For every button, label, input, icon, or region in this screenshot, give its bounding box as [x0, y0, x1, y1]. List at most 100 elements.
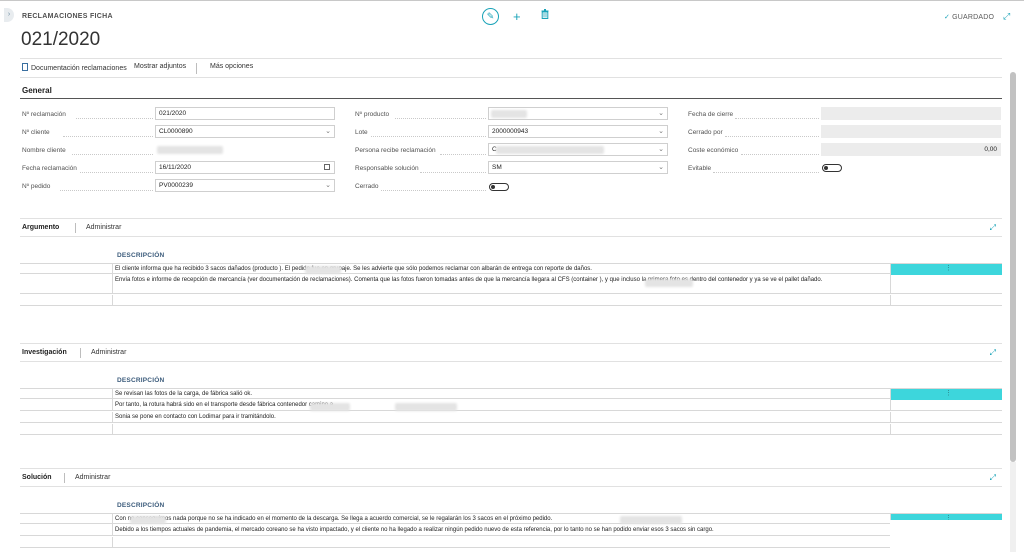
field-label: Coste económico — [688, 147, 739, 154]
dot-leader — [741, 154, 819, 155]
row-actions-cell[interactable] — [890, 295, 1002, 306]
dot-leader — [63, 136, 153, 137]
row-selector[interactable] — [20, 525, 113, 536]
field-value: CL0000890 — [159, 128, 193, 135]
dot-leader — [381, 190, 486, 191]
field-label: Evitable — [688, 165, 712, 172]
table-row[interactable] — [20, 537, 1002, 548]
responsable-solucion-select[interactable]: SM ⌄ — [488, 161, 668, 174]
solucion-manage-button[interactable]: Administrar — [75, 474, 110, 481]
row-actions-cell[interactable] — [890, 275, 1002, 294]
row-selector[interactable] — [20, 400, 113, 411]
description-cell[interactable]: Se revisan las fotos de la carga, de fáb… — [115, 390, 888, 399]
description-cell[interactable]: Por tanto, la rotura habrá sido en el tr… — [115, 401, 888, 410]
more-vertical-icon[interactable]: ⋮ — [945, 389, 952, 399]
edit-button[interactable]: ✎ — [482, 8, 499, 25]
table-row[interactable]: Sonia se pone en contacto con Lodimar pa… — [20, 412, 1002, 423]
investigacion-expand-button[interactable]: ⤢ — [990, 348, 996, 358]
table-row[interactable]: Con no conseguimos nada porque no se ha … — [20, 513, 1002, 525]
row-actions-cell[interactable] — [890, 400, 1002, 411]
delete-button[interactable] — [541, 9, 549, 19]
row-selector[interactable] — [20, 264, 113, 275]
field-label: Responsable solución — [355, 165, 419, 172]
evitable-toggle[interactable] — [822, 164, 842, 172]
toggle-knob — [491, 185, 495, 189]
field-label: Fecha de cierre — [688, 111, 734, 118]
chevron-right-icon: › — [7, 11, 11, 18]
description-cell[interactable]: Debido a los tiempos actuales de pandemi… — [115, 526, 888, 535]
table-row[interactable]: Envía fotos e informe de recepción de me… — [20, 275, 1002, 294]
reclamacion-number-field[interactable]: 021/2020 — [155, 107, 335, 120]
solucion-expand-button[interactable]: ⤢ — [990, 473, 996, 483]
general-section-rule — [20, 98, 1002, 99]
table-row[interactable] — [20, 295, 1002, 306]
redacted-value — [305, 266, 341, 274]
field-value: 2000000943 — [492, 128, 529, 135]
part-separator — [80, 348, 81, 358]
argumento-expand-button[interactable]: ⤢ — [990, 223, 996, 233]
investigacion-part-header: Investigación Administrar ⤢ — [20, 343, 1002, 362]
saved-status: ✓ GUARDADO — [944, 13, 994, 21]
dot-leader — [420, 172, 486, 173]
more-vertical-icon[interactable]: ⋮ — [945, 264, 952, 274]
new-button[interactable]: + — [513, 8, 521, 25]
cliente-number-select[interactable]: CL0000890 ⌄ — [155, 125, 335, 138]
mas-opciones-action[interactable]: Más opciones — [210, 63, 253, 70]
table-row[interactable]: Se revisan las fotos de la carga, de fáb… — [20, 388, 1002, 400]
row-selector[interactable] — [20, 537, 113, 548]
column-header-descripcion: DESCRIPCIÓN — [117, 502, 165, 509]
field-label: Persona recibe reclamación — [355, 147, 436, 154]
description-cell[interactable]: El cliente informa que ha recibido 3 sac… — [115, 265, 888, 274]
field-value: SM — [492, 164, 502, 171]
cerrado-toggle[interactable] — [489, 183, 509, 191]
field-label: Lote — [355, 129, 368, 136]
vertical-scrollbar-thumb[interactable] — [1010, 72, 1016, 462]
field-value: 021/2020 — [159, 110, 187, 117]
field-label: Nº reclamación — [22, 111, 66, 118]
pedido-number-select[interactable]: PV0000239 ⌄ — [155, 179, 335, 192]
check-icon: ✓ — [944, 14, 951, 21]
table-row[interactable]: Debido a los tiempos actuales de pandemi… — [20, 525, 1002, 536]
doc-reclamaciones-action[interactable]: Documentación reclamaciones — [22, 63, 127, 72]
field-value: 0,00 — [984, 146, 997, 153]
description-cell[interactable]: Envía fotos e informe de recepción de me… — [115, 276, 888, 285]
row-actions-cell[interactable]: ⋮ — [890, 389, 1002, 400]
calendar-icon — [324, 164, 330, 170]
table-row[interactable] — [20, 424, 1002, 435]
expand-icon: ⤢ — [989, 223, 996, 232]
redacted-value — [395, 403, 457, 411]
row-selector[interactable] — [20, 275, 113, 294]
dot-leader — [440, 154, 486, 155]
argumento-manage-button[interactable]: Administrar — [86, 224, 121, 231]
argumento-part-title: Argumento — [22, 224, 60, 231]
description-cell[interactable]: Sonia se pone en contacto con Lodimar pa… — [115, 413, 888, 422]
investigacion-manage-button[interactable]: Administrar — [91, 349, 126, 356]
vertical-scrollbar-track[interactable] — [1010, 462, 1016, 552]
row-selector[interactable] — [20, 389, 113, 400]
action-bar: Documentación reclamaciones Mostrar adju… — [20, 58, 1002, 78]
row-selector[interactable] — [20, 295, 113, 306]
field-label: Nombre cliente — [22, 147, 66, 154]
mostrar-adjuntos-action[interactable]: Mostrar adjuntos — [134, 63, 186, 70]
solucion-part-header: Solución Administrar ⤢ — [20, 468, 1002, 487]
table-row[interactable]: Por tanto, la rotura habrá sido en el tr… — [20, 400, 1002, 411]
lote-select[interactable]: 2000000943 ⌄ — [488, 125, 668, 138]
field-label: Cerrado por — [688, 129, 723, 136]
coste-economico-field: 0,00 — [821, 143, 1001, 156]
row-selector[interactable] — [20, 514, 113, 525]
dot-leader — [735, 118, 819, 119]
row-actions-cell[interactable] — [890, 412, 1002, 423]
table-row[interactable]: El cliente informa que ha recibido 3 sac… — [20, 263, 1002, 275]
row-actions-cell[interactable]: ⋮ — [890, 264, 1002, 275]
expand-page-button[interactable]: ⤢ — [1003, 11, 1010, 22]
chevron-down-icon: ⌄ — [658, 128, 664, 135]
row-actions-cell[interactable] — [890, 424, 1002, 435]
description-cell[interactable]: Con no conseguimos nada porque no se ha … — [115, 515, 888, 524]
redacted-value — [157, 146, 223, 154]
row-selector[interactable] — [20, 412, 113, 423]
fecha-reclamacion-field[interactable]: 16/11/2020 — [155, 161, 335, 174]
nav-toggle-button[interactable]: › — [4, 8, 14, 22]
field-label: Nº producto — [355, 111, 390, 118]
plus-icon: + — [513, 9, 521, 24]
row-selector[interactable] — [20, 424, 113, 435]
